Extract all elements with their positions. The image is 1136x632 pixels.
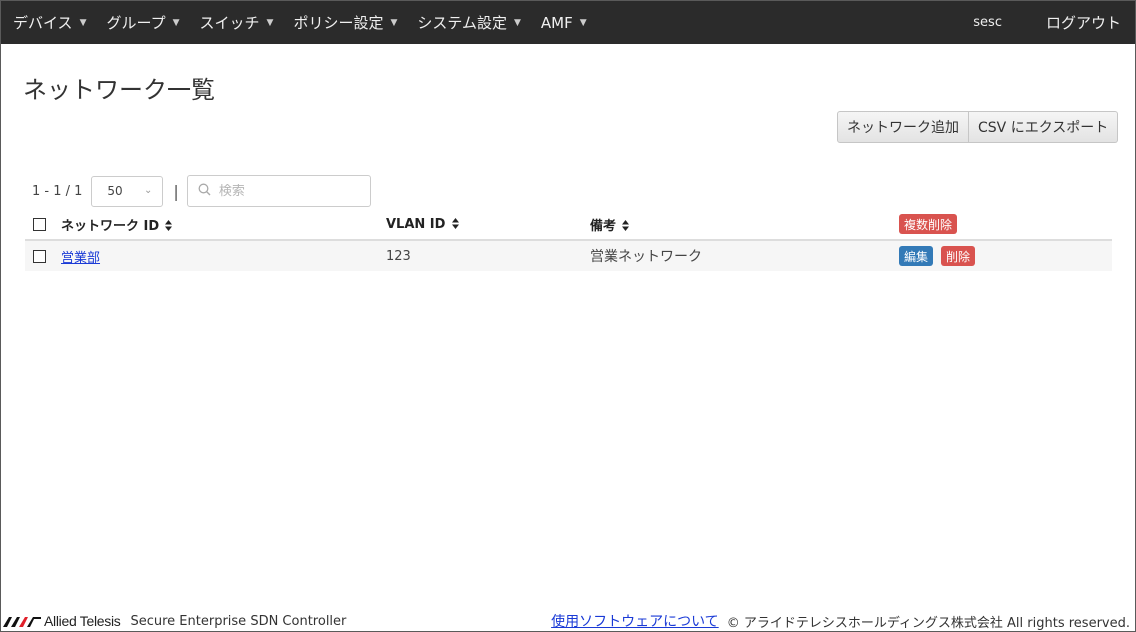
result-range: 1 - 1 / 1 bbox=[32, 183, 83, 199]
edit-button[interactable]: 編集 bbox=[899, 246, 934, 266]
copyright-text: © アライドテレシスホールディングス株式会社 All rights reserv… bbox=[726, 615, 1130, 631]
sort-icon bbox=[165, 219, 173, 233]
header-note[interactable]: 備考 bbox=[590, 215, 899, 234]
allied-telesis-logo: Allied Telesis bbox=[3, 613, 121, 629]
row-checkbox[interactable] bbox=[33, 249, 46, 263]
search-input[interactable] bbox=[218, 183, 359, 199]
header-note-label: 備考 bbox=[590, 218, 617, 234]
nav-item-devices[interactable]: デバイス ▼ bbox=[13, 1, 86, 44]
nav-item-label: システム設定 bbox=[417, 14, 507, 32]
network-table: ネットワーク ID VLAN ID 備考 複数削除 営業部 123 営業ネットワ… bbox=[25, 209, 1112, 271]
sort-icon bbox=[622, 219, 630, 233]
nav-item-amf[interactable]: AMF ▼ bbox=[541, 1, 587, 44]
top-navbar: デバイス ▼ グループ ▼ スイッチ ▼ ポリシー設定 ▼ システム設定 ▼ A… bbox=[1, 1, 1135, 44]
product-name: Secure Enterprise SDN Controller bbox=[130, 613, 347, 629]
caret-down-icon: ▼ bbox=[79, 17, 87, 28]
logo-text: Allied Telesis bbox=[44, 613, 121, 629]
separator: | bbox=[173, 181, 179, 201]
nav-item-system[interactable]: システム設定 ▼ bbox=[417, 1, 520, 44]
add-network-button[interactable]: ネットワーク追加 bbox=[837, 111, 969, 143]
page-title: ネットワーク一覧 bbox=[23, 76, 215, 104]
select-all-cell bbox=[25, 217, 61, 231]
chevron-down-icon: ⌄ bbox=[144, 184, 153, 196]
search-box bbox=[186, 175, 371, 207]
nav-right: sesc ログアウト bbox=[973, 1, 1135, 44]
nav-item-groups[interactable]: グループ ▼ bbox=[106, 1, 179, 44]
cell-actions: 編集 削除 bbox=[899, 246, 1112, 266]
nav-item-label: グループ bbox=[106, 14, 166, 32]
logout-link[interactable]: ログアウト bbox=[1046, 12, 1121, 33]
caret-down-icon: ▼ bbox=[390, 17, 398, 28]
header-vlan-id[interactable]: VLAN ID bbox=[386, 217, 590, 232]
table-header: ネットワーク ID VLAN ID 備考 複数削除 bbox=[25, 209, 1112, 241]
page-size-value: 50 bbox=[107, 184, 123, 198]
search-icon bbox=[198, 183, 211, 199]
cell-network-id: 営業部 bbox=[61, 247, 386, 266]
user-name: sesc bbox=[973, 15, 1002, 30]
caret-down-icon: ▼ bbox=[579, 17, 587, 28]
header-actions: 複数削除 bbox=[899, 214, 1112, 234]
network-id-link[interactable]: 営業部 bbox=[61, 251, 100, 266]
nav-item-policy[interactable]: ポリシー設定 ▼ bbox=[293, 1, 397, 44]
nav-item-label: ポリシー設定 bbox=[293, 14, 384, 32]
caret-down-icon: ▼ bbox=[513, 17, 521, 28]
nav-item-label: AMF bbox=[540, 13, 573, 32]
sort-icon bbox=[451, 217, 459, 231]
caret-down-icon: ▼ bbox=[266, 17, 274, 28]
list-controls: 1 - 1 / 1 50 ⌄ | bbox=[32, 175, 371, 207]
delete-button[interactable]: 削除 bbox=[941, 246, 976, 266]
select-all-checkbox[interactable] bbox=[33, 217, 46, 231]
table-row: 営業部 123 営業ネットワーク 編集 削除 bbox=[25, 241, 1112, 271]
nav-item-label: スイッチ bbox=[199, 14, 260, 32]
cell-note: 営業ネットワーク bbox=[590, 249, 702, 265]
footer-right: 使用ソフトウェアについて © アライドテレシスホールディングス株式会社 All … bbox=[551, 611, 1130, 631]
nav-item-switches[interactable]: スイッチ ▼ bbox=[200, 1, 274, 44]
logo-mark-icon bbox=[3, 617, 41, 627]
bulk-delete-button[interactable]: 複数削除 bbox=[899, 214, 958, 234]
footer: Allied Telesis Secure Enterprise SDN Con… bbox=[1, 609, 1135, 632]
software-info-link[interactable]: 使用ソフトウェアについて bbox=[551, 611, 719, 631]
header-vlan-id-label: VLAN ID bbox=[386, 216, 446, 232]
header-network-id-label: ネットワーク ID bbox=[61, 218, 160, 234]
cell-vlan-id: 123 bbox=[386, 248, 411, 264]
page-size-select[interactable]: 50 ⌄ bbox=[91, 175, 164, 207]
action-button-group: ネットワーク追加 CSV にエクスポート bbox=[837, 111, 1119, 143]
export-csv-button[interactable]: CSV にエクスポート bbox=[969, 111, 1119, 143]
header-network-id[interactable]: ネットワーク ID bbox=[61, 215, 386, 234]
nav-menu: デバイス ▼ グループ ▼ スイッチ ▼ ポリシー設定 ▼ システム設定 ▼ A… bbox=[1, 1, 607, 44]
row-check-cell bbox=[25, 249, 61, 263]
caret-down-icon: ▼ bbox=[172, 17, 180, 28]
nav-item-label: デバイス bbox=[13, 14, 73, 32]
